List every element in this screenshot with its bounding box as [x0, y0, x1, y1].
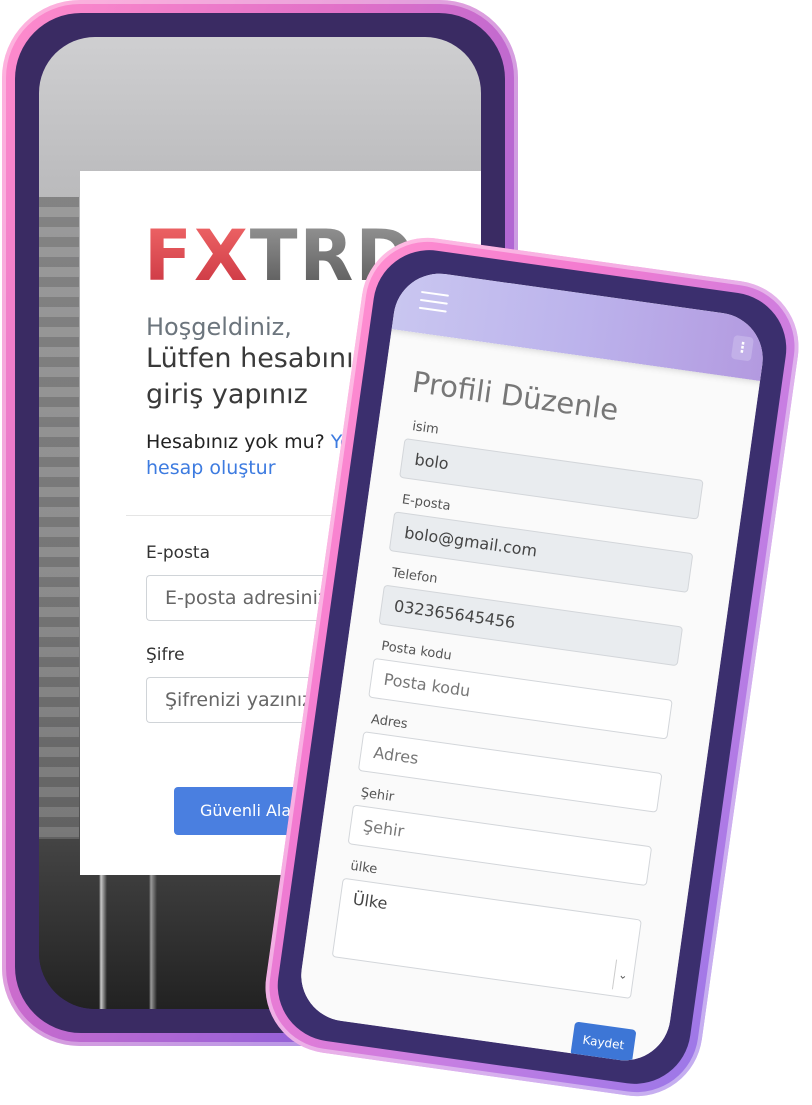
welcome-text: Hoşgeldiniz,	[146, 313, 292, 341]
postal-code-field[interactable]: Posta kodu	[368, 657, 673, 740]
page-title: Profili Düzenle	[410, 364, 621, 428]
logo-fx: FX	[144, 215, 250, 297]
profile-form: Profili Düzenle isim bolo E-posta bolo@g…	[295, 329, 761, 1067]
country-select[interactable]: Ülke ⌄	[331, 877, 642, 999]
email-label: E-posta	[400, 492, 452, 515]
country-selected-value: Ülke	[351, 889, 389, 914]
email-label: E-posta	[146, 543, 211, 563]
no-account-question: Hesabınız yok mu?	[146, 431, 325, 453]
profile-phone-screen: ⋮ Profili Düzenle isim bolo E-posta bolo…	[295, 267, 769, 1067]
country-label: ülke	[349, 858, 379, 878]
phone-label: Telefon	[390, 565, 439, 587]
kebab-icon[interactable]: ⋮	[730, 334, 754, 362]
city-field[interactable]: Şehir	[347, 804, 653, 887]
background-building	[39, 197, 79, 917]
address-field[interactable]: Adres	[357, 731, 663, 813]
address-label: Adres	[370, 712, 409, 733]
city-label: Şehir	[359, 785, 395, 805]
hamburger-icon[interactable]	[418, 290, 449, 313]
save-button[interactable]: Kaydet	[570, 1021, 637, 1064]
name-label: isim	[411, 419, 440, 438]
password-label: Şifre	[146, 645, 185, 665]
chevron-down-icon[interactable]: ⌄	[611, 959, 633, 992]
